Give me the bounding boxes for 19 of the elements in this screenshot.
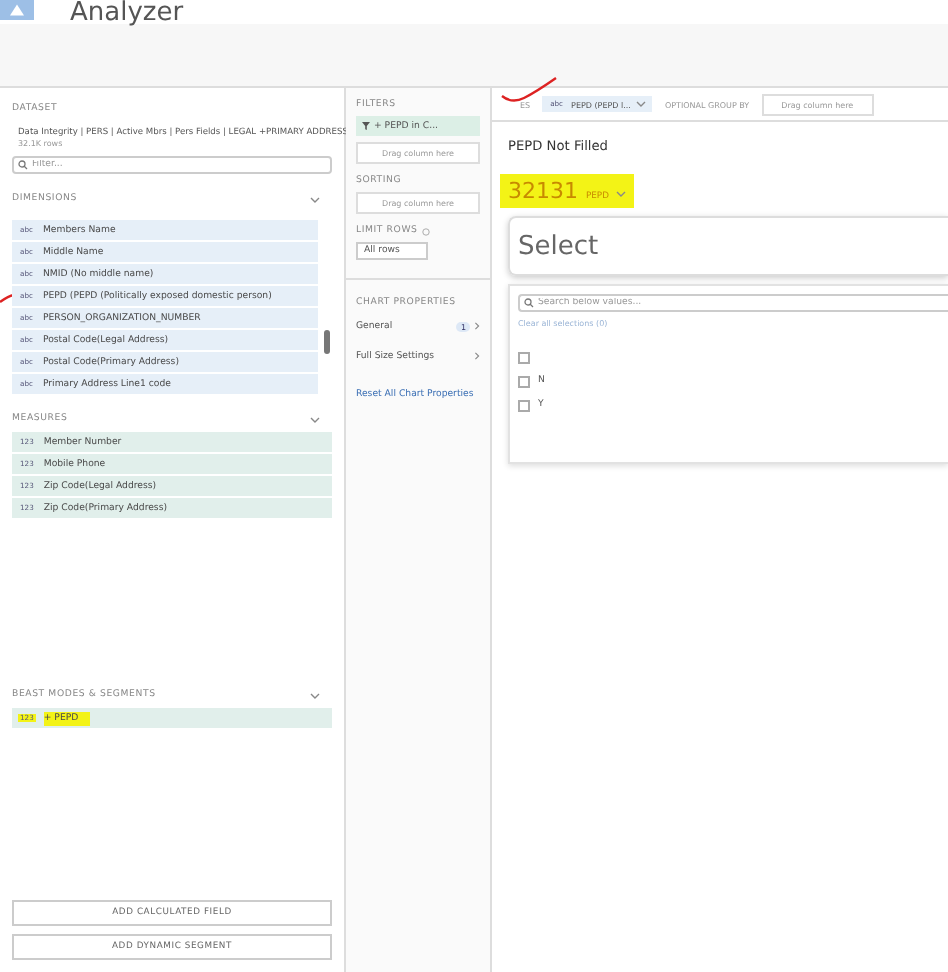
search-icon <box>18 160 28 170</box>
collapse-icon <box>310 415 320 423</box>
collapse-icon <box>310 691 320 699</box>
checkbox[interactable] <box>518 375 530 387</box>
search-icon <box>524 298 534 308</box>
collapse-icon <box>310 195 320 203</box>
pen-mark-drawing <box>0 292 14 304</box>
pen-mark-drawing <box>500 76 560 104</box>
chevron-icon <box>474 352 480 360</box>
app-title: Analyzer <box>70 0 184 28</box>
checkbox[interactable] <box>518 351 530 363</box>
app-logo <box>0 0 34 20</box>
filter-icon <box>362 122 370 130</box>
caret-icon <box>616 190 627 198</box>
chevron-icon <box>474 322 480 330</box>
select-dropdown[interactable]: Select <box>508 216 948 276</box>
info-icon <box>421 227 430 235</box>
caret-icon <box>636 100 647 108</box>
checkbox[interactable] <box>518 399 530 411</box>
